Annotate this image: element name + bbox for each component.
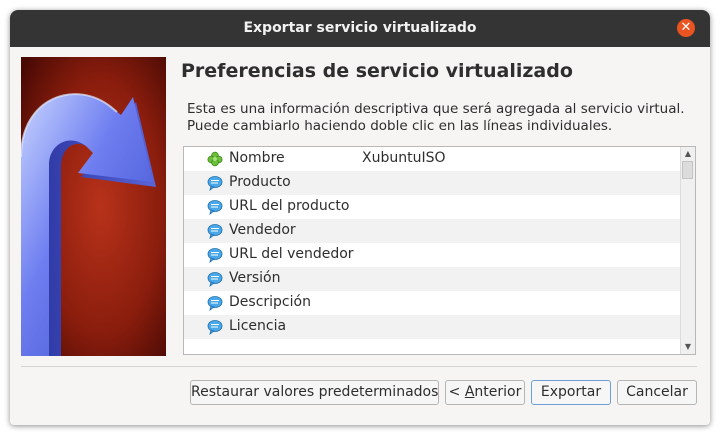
export-button[interactable]: Exportar xyxy=(531,380,611,405)
appliance-settings-list[interactable]: Nombre XubuntuISO Producto URL del produ… xyxy=(183,146,696,355)
back-label-prefix: < xyxy=(448,384,465,400)
list-item[interactable]: URL del vendedor xyxy=(184,243,681,267)
button-separator xyxy=(21,366,697,367)
back-button[interactable]: < Anterior xyxy=(445,380,525,405)
property-label: Versión xyxy=(229,270,281,286)
window-title: Exportar servicio virtualizado xyxy=(243,20,477,36)
list-item[interactable]: Producto xyxy=(184,171,681,195)
back-label-rest: nterior xyxy=(474,384,522,400)
speech-bubble-icon xyxy=(207,296,223,311)
close-icon: ✕ xyxy=(680,20,692,35)
export-wizard-illustration xyxy=(21,57,166,356)
speech-bubble-icon xyxy=(207,320,223,335)
scroll-up-arrow-icon[interactable]: ▲ xyxy=(681,147,695,161)
back-label-mnemonic: A xyxy=(464,384,475,400)
property-label: Vendedor xyxy=(229,222,296,238)
name-clover-icon xyxy=(207,151,223,167)
list-item[interactable]: Vendedor xyxy=(184,219,681,243)
restore-defaults-button[interactable]: Restaurar valores predeterminados xyxy=(190,380,439,405)
speech-bubble-icon xyxy=(207,200,223,215)
property-label: Descripción xyxy=(229,294,311,310)
speech-bubble-icon xyxy=(207,248,223,263)
property-label: Producto xyxy=(229,174,291,190)
property-label: Nombre xyxy=(229,150,285,166)
vertical-scrollbar[interactable]: ▲ ▼ xyxy=(680,147,695,354)
list-item[interactable]: URL del producto xyxy=(184,195,681,219)
title-bar[interactable]: Exportar servicio virtualizado ✕ xyxy=(10,10,710,47)
list-item[interactable]: Versión xyxy=(184,267,681,291)
close-button[interactable]: ✕ xyxy=(677,19,695,37)
page-description: Esta es una información descriptiva que … xyxy=(187,101,685,135)
description-line: Puede cambiarlo haciendo doble clic en l… xyxy=(187,118,613,134)
page-title: Preferencias de servicio virtualizado xyxy=(181,60,573,82)
list-item[interactable]: Nombre XubuntuISO xyxy=(184,147,681,171)
list-item[interactable]: Descripción xyxy=(184,291,681,315)
speech-bubble-icon xyxy=(207,176,223,191)
speech-bubble-icon xyxy=(207,272,223,287)
property-value[interactable]: XubuntuISO xyxy=(362,150,446,166)
property-label: URL del producto xyxy=(229,198,350,214)
export-appliance-dialog: Exportar servicio virtualizado ✕ Prefere… xyxy=(10,10,710,425)
list-item[interactable]: Licencia xyxy=(184,315,681,339)
scroll-down-arrow-icon[interactable]: ▼ xyxy=(681,340,695,354)
cancel-button[interactable]: Cancelar xyxy=(617,380,697,405)
property-label: URL del vendedor xyxy=(229,246,354,262)
speech-bubble-icon xyxy=(207,224,223,239)
description-line: Esta es una información descriptiva que … xyxy=(187,101,685,117)
scrollbar-thumb[interactable] xyxy=(682,161,693,179)
property-label: Licencia xyxy=(229,318,287,334)
